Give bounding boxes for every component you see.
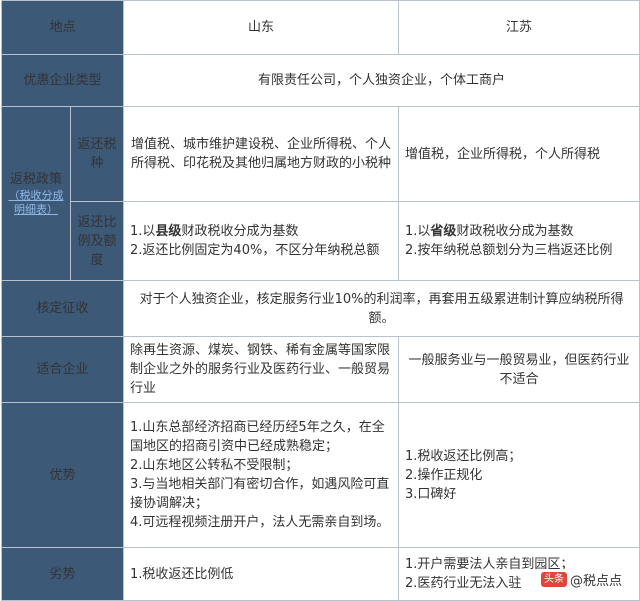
suitable-jiangsu: 一般服务业与一般贸易业，但医药行业不适合 bbox=[398, 336, 640, 403]
toutiao-logo-icon: 头条 bbox=[540, 572, 567, 587]
advantages-label: 优势 bbox=[0, 402, 125, 548]
tax-types-jiangsu: 增值税，企业所得税，个人所得税 bbox=[398, 106, 640, 202]
advantage-item: 1.山东总部经济招商已经历经5年之久，在全国地区的招商引资中已经成熟稳定； bbox=[130, 420, 385, 454]
tax-types-row: 返税政策 （税收分成明细表） 返还税种 增值税、城市维护建设税、企业所得税、个人… bbox=[1, 106, 640, 281]
verified-collection-label: 核定征收 bbox=[0, 280, 125, 337]
tax-types-label: 返还税种 bbox=[69, 106, 125, 202]
tax-types-shandong: 增值税、城市维护建设税、企业所得税、个人所得税、印花税及其他归属地方财政的小税种 bbox=[123, 106, 400, 202]
enterprise-type-value: 有限责任公司，个人独资企业，个体工商户 bbox=[123, 54, 640, 107]
ratio-jiangsu-line2: 2.按年纳税总额划分为三档返还比例 bbox=[405, 243, 613, 258]
verified-collection-value: 对于个人独资企业，核定服务行业10%的利润率，再套用五级累进制计算应纳税所得额。 bbox=[123, 280, 640, 337]
suitable-shandong: 除再生资源、煤炭、钢铁、稀有金属等国家限制企业之外的服务行业及医药行业、一般贸易… bbox=[123, 336, 400, 403]
suitable-label: 适合企业 bbox=[0, 336, 125, 403]
suitable-row: 适合企业 除再生资源、煤炭、钢铁、稀有金属等国家限制企业之外的服务行业及医药行业… bbox=[0, 336, 640, 403]
refund-policy-label: 返税政策 （税收分成明细表） bbox=[1, 106, 71, 281]
advantages-shandong: 1.山东总部经济招商已经历经5年之久，在全国地区的招商引资中已经成熟稳定； 2.… bbox=[123, 402, 400, 548]
watermark: 头条 @税点点 bbox=[536, 569, 626, 590]
refund-policy-title: 返税政策 bbox=[9, 172, 62, 187]
watermark-text: @税点点 bbox=[569, 574, 622, 589]
comparison-table: 地点 山东 江苏 优惠企业类型 有限责任公司，个人独资企业，个体工商户 返税政策… bbox=[0, 0, 640, 601]
ratio-label: 返还比例及额度 bbox=[69, 201, 125, 281]
shandong-header: 山东 bbox=[123, 0, 400, 55]
ratio-row: 返还比例及额度 1.以县级财政税收分成为基数 2.返还比例固定为40%，不区分年… bbox=[2, 201, 640, 281]
advantage-item: 4.可远程视频注册开户，法人无需亲自到场。 bbox=[130, 515, 390, 530]
advantages-row: 优势 1.山东总部经济招商已经历经5年之久，在全国地区的招商引资中已经成熟稳定；… bbox=[0, 402, 640, 548]
enterprise-type-label: 优惠企业类型 bbox=[0, 54, 125, 107]
header-row: 地点 山东 江苏 bbox=[0, 0, 640, 55]
ratio-shandong: 1.以县级财政税收分成为基数 2.返还比例固定为40%，不区分年纳税总额 bbox=[123, 201, 400, 281]
ratio-shandong-line2: 2.返还比例固定为40%，不区分年纳税总额 bbox=[130, 243, 380, 258]
advantage-item: 3.与当地相关部门有密切合作，如遇风险可直接协调解决； bbox=[130, 477, 390, 511]
tax-share-table-link[interactable]: （税收分成明细表） bbox=[8, 189, 64, 217]
disadvantages-shandong: 1.税收返还比例低 bbox=[123, 547, 400, 601]
ratio-shandong-line1: 1.以县级财政税收分成为基数 bbox=[130, 224, 299, 239]
advantage-item: 3.口碑好 bbox=[405, 486, 457, 502]
disadvantages-label: 劣势 bbox=[0, 547, 125, 601]
location-header: 地点 bbox=[0, 0, 125, 55]
advantage-item: 2.山东地区公转私不受限制； bbox=[130, 458, 299, 473]
ratio-jiangsu: 1.以省级财政税收分成为基数 2.按年纳税总额划分为三档返还比例 bbox=[398, 201, 640, 281]
advantage-item: 1.税收返还比例高； bbox=[405, 448, 522, 464]
ratio-jiangsu-line1: 1.以省级财政税收分成为基数 bbox=[405, 224, 574, 239]
advantages-jiangsu: 1.税收返还比例高； 2.操作正规化 3.口碑好 bbox=[398, 402, 640, 548]
page: 地点 山东 江苏 优惠企业类型 有限责任公司，个人独资企业，个体工商户 返税政策… bbox=[0, 0, 640, 601]
verified-collection-row: 核定征收 对于个人独资企业，核定服务行业10%的利润率，再套用五级累进制计算应纳… bbox=[0, 280, 640, 337]
advantage-item: 2.操作正规化 bbox=[405, 467, 483, 483]
jiangsu-header: 江苏 bbox=[398, 0, 640, 55]
enterprise-type-row: 优惠企业类型 有限责任公司，个人独资企业，个体工商户 bbox=[0, 54, 640, 107]
